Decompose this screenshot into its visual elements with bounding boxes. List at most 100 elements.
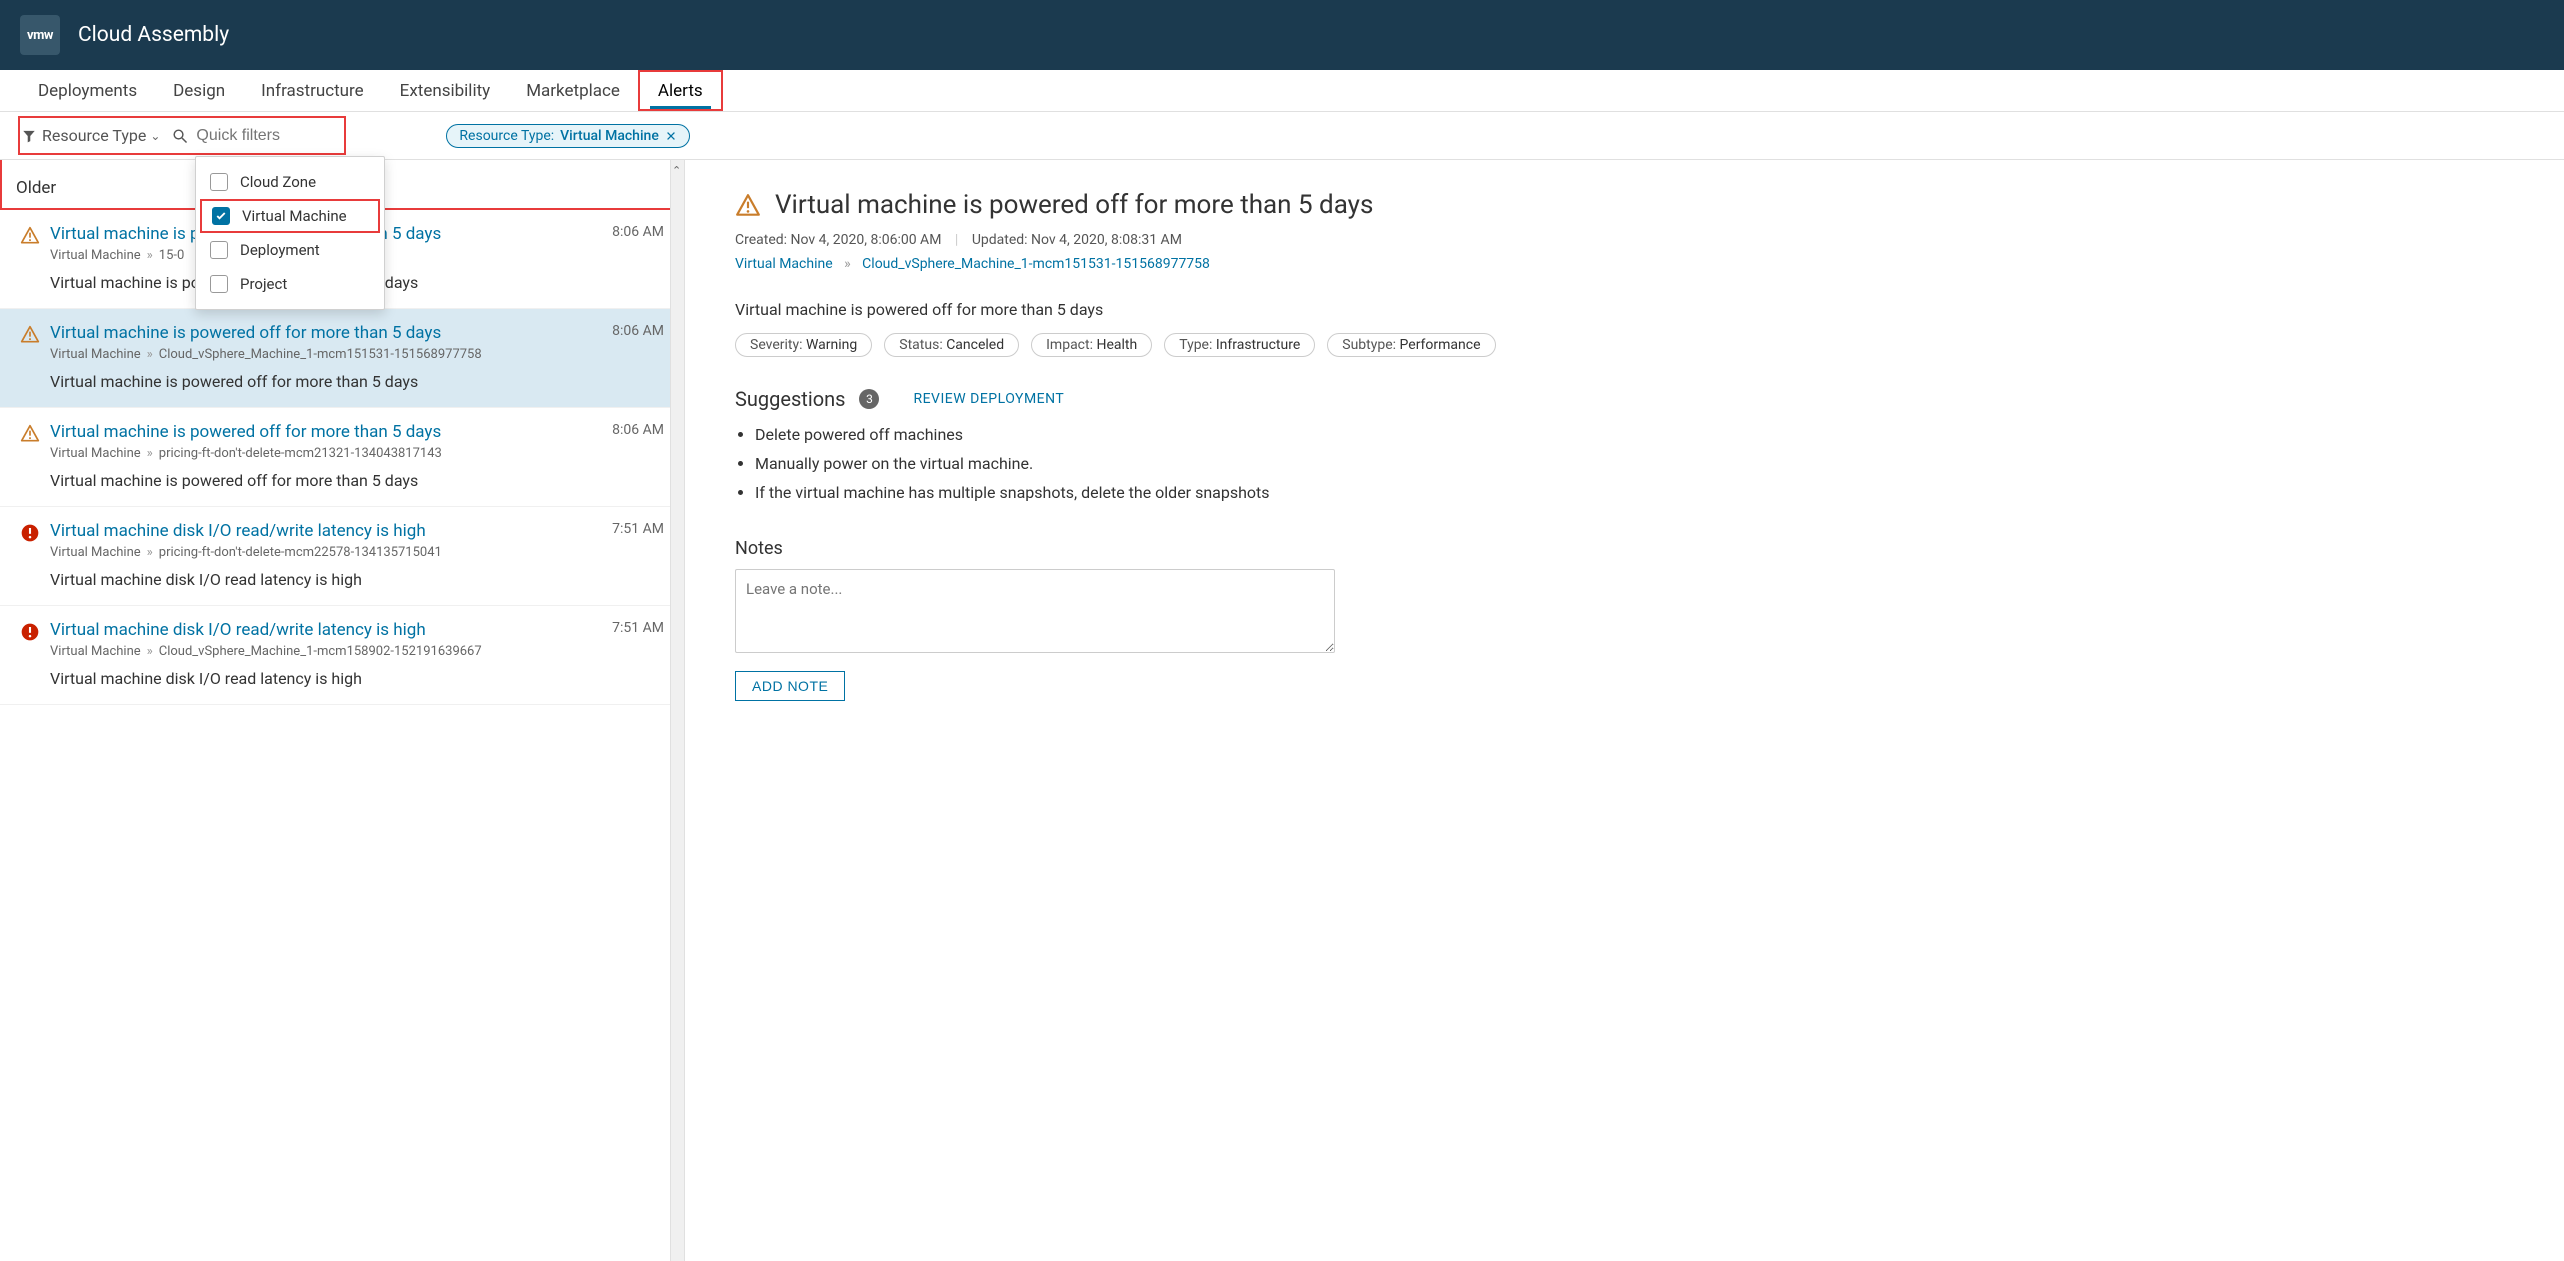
- review-deployment-link[interactable]: REVIEW DEPLOYMENT: [913, 391, 1064, 407]
- checkbox[interactable]: [210, 275, 228, 293]
- detail-summary: Virtual machine is powered off for more …: [735, 300, 2514, 319]
- suggestions-count-badge: 3: [859, 389, 879, 409]
- updated-value: Nov 4, 2020, 8:08:31 AM: [1031, 232, 1182, 248]
- tab-design[interactable]: Design: [155, 70, 243, 111]
- vmware-logo: vmw: [20, 15, 60, 55]
- divider: |: [955, 232, 958, 248]
- scrollbar[interactable]: ⌃: [670, 160, 684, 1261]
- alert-detail-pane: Virtual machine is powered off for more …: [685, 160, 2564, 1261]
- warning-icon: [735, 193, 761, 219]
- filter-bar: Resource Type ⌄ Cloud ZoneVirtual Machin…: [0, 112, 2564, 160]
- updated-label: Updated:: [972, 232, 1028, 248]
- tag-label: Severity:: [750, 337, 806, 353]
- alert-time: 8:06 AM: [592, 323, 664, 339]
- tag-severity: Severity: Warning: [735, 333, 872, 357]
- tag-status: Status: Canceled: [884, 333, 1019, 357]
- resource-type-options: Cloud Zone Virtual Machine Deployment Proje…: [195, 156, 385, 310]
- checkbox[interactable]: [212, 207, 230, 225]
- breadcrumb-target[interactable]: Cloud_vSphere_Machine_1-mcm151531-151568…: [862, 256, 1210, 272]
- tag-label: Type:: [1179, 337, 1216, 353]
- alert-title: Virtual machine disk I/O read/write late…: [50, 620, 582, 640]
- alert-list-pane: Older Virtual machine is powered off for…: [0, 160, 685, 1261]
- tag-row: Severity: Warning Status: Canceled Impact:…: [735, 333, 2514, 357]
- tag-impact: Impact: Health: [1031, 333, 1152, 357]
- tag-subtype: Subtype: Performance: [1327, 333, 1495, 357]
- close-icon[interactable]: [665, 130, 677, 142]
- option-deployment[interactable]: Deployment: [196, 233, 384, 267]
- tab-marketplace[interactable]: Marketplace: [508, 70, 638, 111]
- app-header: vmw Cloud Assembly: [0, 0, 2564, 70]
- warning-icon: [20, 226, 40, 246]
- breadcrumb-type[interactable]: Virtual Machine: [735, 256, 833, 272]
- alert-item[interactable]: Virtual machine disk I/O read/write late…: [0, 606, 684, 705]
- alert-item[interactable]: Virtual machine is powered off for more …: [0, 309, 684, 408]
- tag-value: Warning: [806, 337, 857, 353]
- option-project[interactable]: Project: [196, 267, 384, 301]
- resource-type-dropdown[interactable]: Resource Type ⌄: [22, 126, 160, 145]
- alert-summary: Virtual machine disk I/O read latency is…: [50, 669, 582, 688]
- scroll-up-icon[interactable]: ⌃: [672, 164, 681, 177]
- tag-type: Type: Infrastructure: [1164, 333, 1315, 357]
- tag-label: Subtype:: [1342, 337, 1399, 353]
- alert-time: 8:06 AM: [592, 224, 664, 240]
- alert-summary: Virtual machine is powered off for more …: [50, 471, 582, 490]
- suggestions-title: Suggestions: [735, 387, 845, 411]
- chip-value: Virtual Machine: [560, 128, 659, 144]
- alert-breadcrumb: Virtual Machine»pricing-ft-don't-delete-…: [50, 446, 582, 461]
- suggestion-list: Delete powered off machines Manually powe…: [735, 425, 2514, 502]
- checkbox[interactable]: [210, 173, 228, 191]
- option-label: Project: [240, 275, 287, 293]
- option-label: Cloud Zone: [240, 173, 316, 191]
- main-split: Older Virtual machine is powered off for…: [0, 160, 2564, 1261]
- option-cloud-zone[interactable]: Cloud Zone: [196, 165, 384, 199]
- tag-value: Infrastructure: [1216, 337, 1300, 353]
- alert-time: 7:51 AM: [592, 521, 664, 537]
- created-value: Nov 4, 2020, 8:06:00 AM: [791, 232, 942, 248]
- chevron-down-icon: ⌄: [150, 129, 160, 143]
- suggestion-item: Delete powered off machines: [755, 425, 2514, 444]
- critical-icon: [20, 622, 40, 642]
- resource-type-label: Resource Type: [42, 126, 146, 145]
- tab-alerts[interactable]: Alerts: [638, 70, 723, 111]
- alert-breadcrumb: Virtual Machine»pricing-ft-don't-delete-…: [50, 545, 582, 560]
- tab-bar: DeploymentsDesignInfrastructureExtensibi…: [0, 70, 2564, 112]
- app-title: Cloud Assembly: [78, 23, 229, 47]
- option-label: Virtual Machine: [242, 207, 347, 225]
- option-virtual-machine[interactable]: Virtual Machine: [200, 199, 380, 233]
- notes-title: Notes: [735, 538, 2514, 559]
- quick-filters-input[interactable]: [196, 127, 336, 145]
- checkbox[interactable]: [210, 241, 228, 259]
- tag-value: Canceled: [946, 337, 1004, 353]
- alert-item[interactable]: Virtual machine disk I/O read/write late…: [0, 507, 684, 606]
- detail-breadcrumb: Virtual Machine » Cloud_vSphere_Machine_…: [735, 256, 2514, 272]
- suggestion-item: If the virtual machine has multiple snap…: [755, 483, 2514, 502]
- notes-textarea[interactable]: [735, 569, 1335, 653]
- suggestion-item: Manually power on the virtual machine.: [755, 454, 2514, 473]
- alert-summary: Virtual machine disk I/O read latency is…: [50, 570, 582, 589]
- alert-breadcrumb: Virtual Machine»Cloud_vSphere_Machine_1-…: [50, 644, 582, 659]
- critical-icon: [20, 523, 40, 543]
- alert-breadcrumb: Virtual Machine»Cloud_vSphere_Machine_1-…: [50, 347, 582, 362]
- alert-time: 8:06 AM: [592, 422, 664, 438]
- add-note-button[interactable]: ADD NOTE: [735, 671, 845, 701]
- tab-extensibility[interactable]: Extensibility: [382, 70, 509, 111]
- tab-deployments[interactable]: Deployments: [20, 70, 155, 111]
- created-label: Created:: [735, 232, 787, 248]
- tag-label: Status:: [899, 337, 946, 353]
- filter-left-highlight: Resource Type ⌄ Cloud ZoneVirtual Machin…: [18, 116, 346, 155]
- alert-title: Virtual machine disk I/O read/write late…: [50, 521, 582, 541]
- alert-item[interactable]: Virtual machine is powered off for more …: [0, 408, 684, 507]
- search-icon: [172, 128, 188, 144]
- option-label: Deployment: [240, 241, 320, 259]
- filter-icon: [22, 129, 36, 143]
- breadcrumb-separator-icon: »: [844, 256, 851, 272]
- tab-infrastructure[interactable]: Infrastructure: [243, 70, 382, 111]
- tag-value: Health: [1096, 337, 1137, 353]
- alert-time: 7:51 AM: [592, 620, 664, 636]
- filter-chip-resource-type: Resource Type: Virtual Machine: [446, 124, 689, 148]
- alert-title: Virtual machine is powered off for more …: [50, 323, 582, 343]
- warning-icon: [20, 424, 40, 444]
- detail-dates: Created: Nov 4, 2020, 8:06:00 AM | Updat…: [735, 232, 2514, 248]
- tag-value: Performance: [1400, 337, 1481, 353]
- alert-title: Virtual machine is powered off for more …: [50, 422, 582, 442]
